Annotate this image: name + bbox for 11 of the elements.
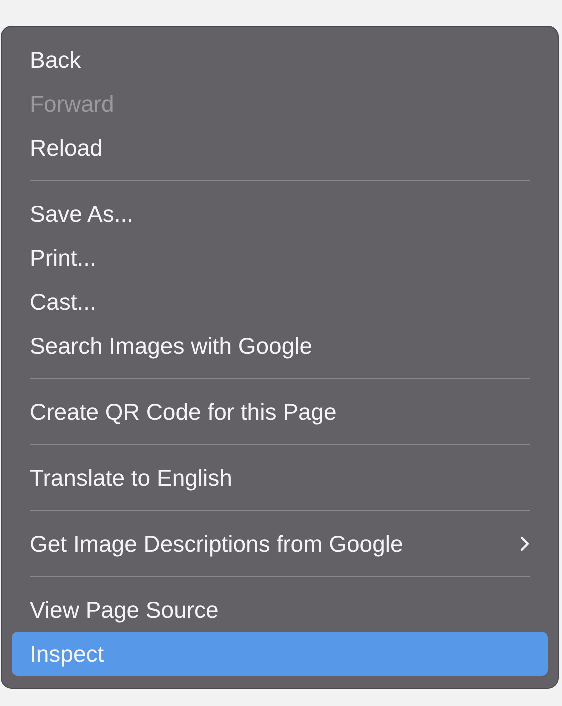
- menu-item[interactable]: Translate to English: [12, 456, 548, 500]
- menu-item[interactable]: Cast...: [12, 280, 548, 324]
- menu-item[interactable]: Save As...: [12, 192, 548, 236]
- menu-item[interactable]: View Page Source: [12, 588, 548, 632]
- menu-item[interactable]: Search Images with Google: [12, 324, 548, 368]
- menu-item[interactable]: Get Image Descriptions from Google: [12, 522, 548, 566]
- menu-item[interactable]: Reload: [12, 126, 548, 170]
- menu-item[interactable]: Print...: [12, 236, 548, 280]
- menu-item[interactable]: Back: [12, 38, 548, 82]
- chevron-right-icon: [520, 536, 530, 552]
- menu-item[interactable]: Create QR Code for this Page: [12, 390, 548, 434]
